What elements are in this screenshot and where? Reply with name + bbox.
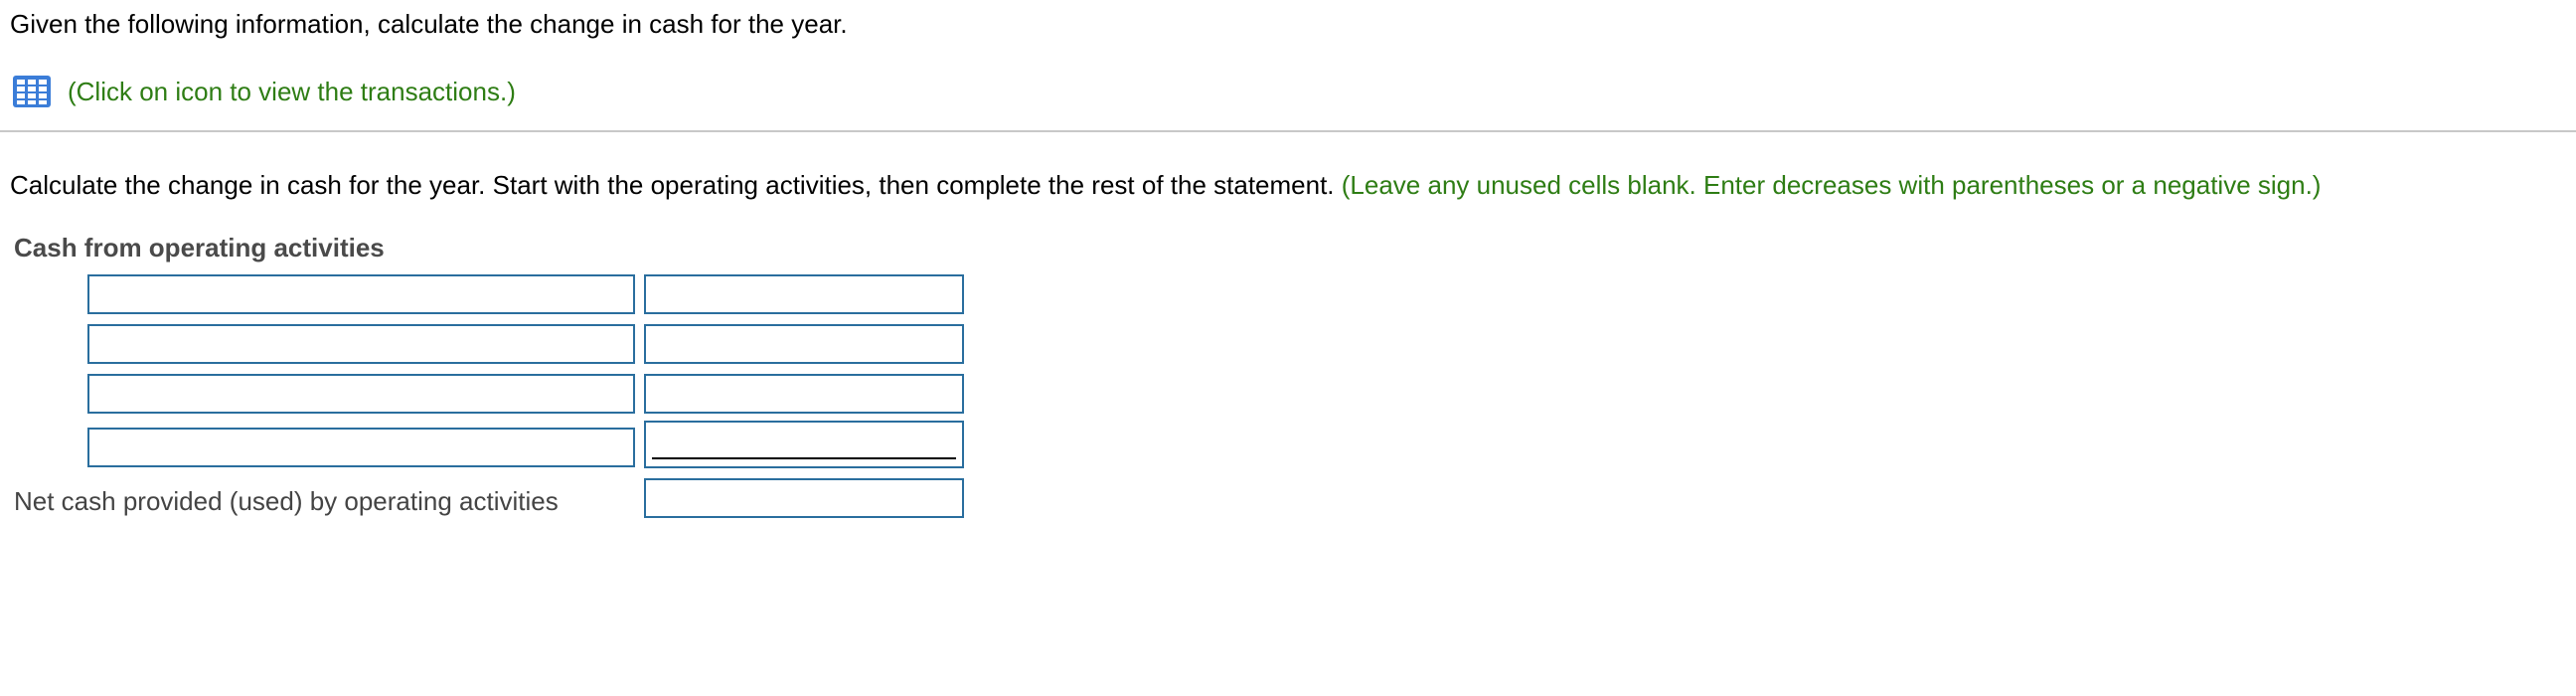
question-text: Given the following information, calcula… (10, 9, 848, 39)
operating-amount-input-1[interactable] (644, 274, 964, 314)
table-icon[interactable] (12, 75, 52, 108)
view-transactions-link[interactable]: (Click on icon to view the transactions.… (68, 76, 516, 107)
operating-amount-input-3[interactable] (644, 374, 964, 414)
instruction-main: Calculate the change in cash for the yea… (10, 170, 1335, 200)
instruction-hint: (Leave any unused cells blank. Enter dec… (1341, 170, 2322, 200)
operating-amount-input-2[interactable] (644, 324, 964, 364)
instruction-text: Calculate the change in cash for the yea… (10, 169, 2321, 201)
operating-label-input-1[interactable] (87, 274, 635, 314)
net-cash-operating-input[interactable] (644, 478, 964, 518)
transactions-row: (Click on icon to view the transactions.… (12, 72, 516, 111)
section-heading-operating: Cash from operating activities (14, 233, 385, 262)
net-cash-operating-label: Net cash provided (used) by operating ac… (14, 486, 559, 516)
operating-label-input-3[interactable] (87, 374, 635, 414)
divider (0, 130, 2576, 132)
operating-label-input-4[interactable] (87, 428, 635, 467)
operating-amount-input-4[interactable] (644, 421, 964, 468)
operating-label-input-2[interactable] (87, 324, 635, 364)
